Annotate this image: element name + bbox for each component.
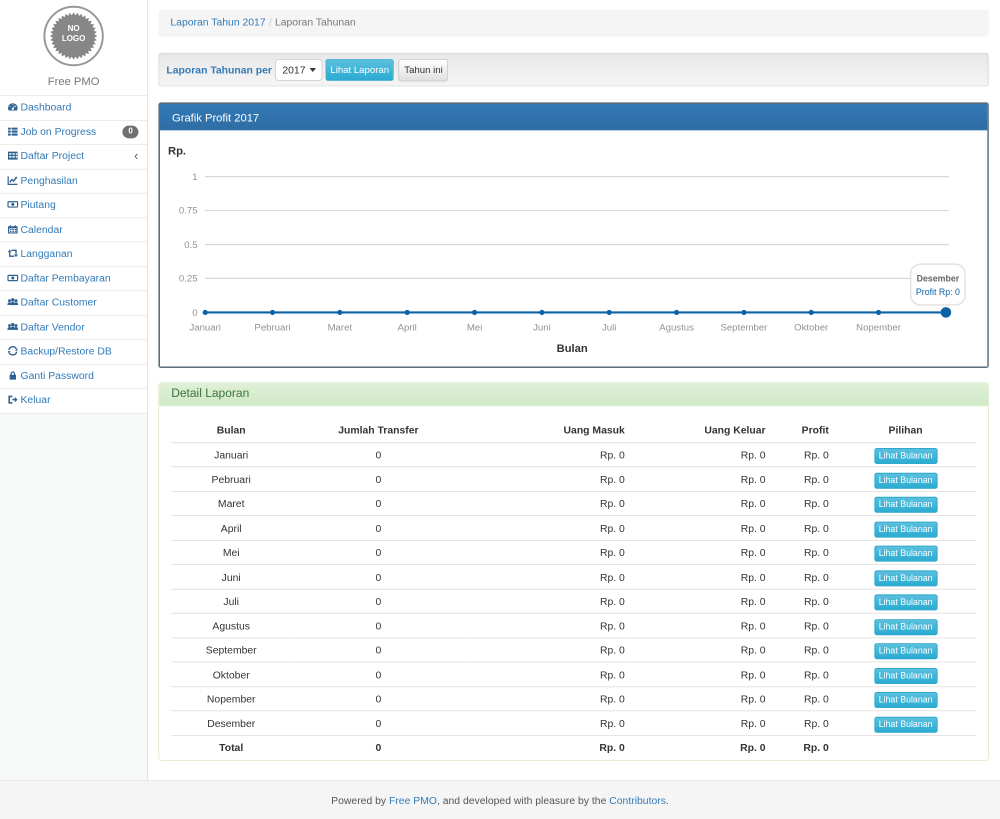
svg-text:Juli: Juli [602, 322, 616, 333]
svg-text:0.75: 0.75 [179, 206, 198, 217]
svg-text:September: September [720, 322, 768, 333]
svg-text:Agustus: Agustus [659, 322, 694, 333]
svg-text:Bulan: Bulan [557, 343, 588, 355]
svg-text:Juni: Juni [533, 322, 551, 333]
svg-text:Mei: Mei [467, 322, 482, 333]
svg-text:0.5: 0.5 [184, 240, 197, 251]
svg-text:Nopember: Nopember [856, 322, 902, 333]
svg-text:April: April [398, 322, 417, 333]
svg-text:0: 0 [192, 308, 197, 319]
svg-text:Maret: Maret [328, 322, 353, 333]
svg-text:Rp.: Rp. [168, 145, 186, 157]
svg-text:0.25: 0.25 [179, 274, 198, 285]
svg-text:Oktober: Oktober [794, 322, 829, 333]
svg-text:1: 1 [192, 172, 197, 183]
svg-text:LOGO: LOGO [62, 34, 86, 43]
svg-text:NO: NO [68, 24, 80, 33]
svg-text:Desember: Desember [917, 274, 960, 284]
svg-text:Januari: Januari [189, 322, 220, 333]
svg-text:Profit Rp: 0: Profit Rp: 0 [916, 287, 960, 297]
svg-text:Pebruari: Pebruari [254, 322, 290, 333]
